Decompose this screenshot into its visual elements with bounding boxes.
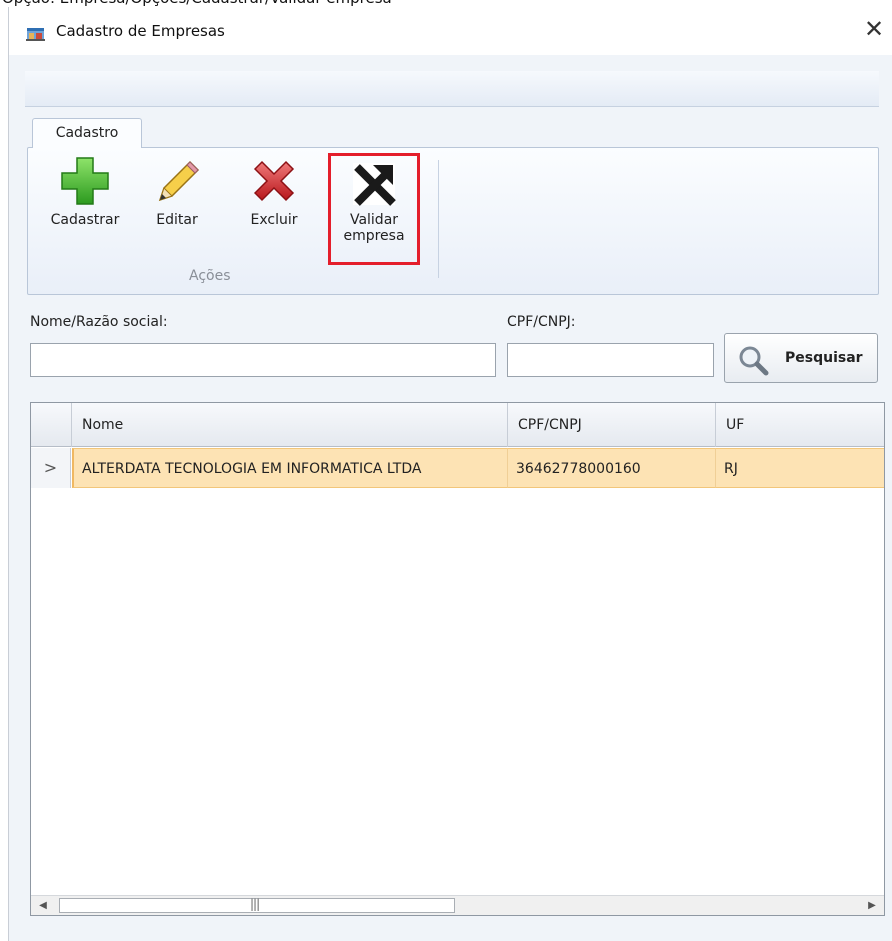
delete-button[interactable]: Excluir [238, 156, 310, 228]
scroll-thumb-grip: ||| [250, 897, 260, 911]
x-icon [253, 160, 295, 202]
grid-header: Nome CPF/CNPJ UF [31, 403, 884, 447]
horizontal-scrollbar[interactable]: ◀ ||| ▶ [31, 895, 884, 915]
scroll-thumb[interactable]: ||| [59, 897, 455, 913]
cell-cpf-cnpj[interactable]: 36462778000160 [507, 448, 715, 488]
arrow-cross-icon [353, 163, 396, 206]
row-indicator-header [31, 403, 71, 447]
name-label: Nome/Razão social: [30, 314, 168, 330]
row-indicator: > [31, 448, 71, 488]
column-header-nome[interactable]: Nome [71, 403, 507, 447]
validate-company-button[interactable]: Validar empresa [328, 153, 420, 265]
table-row[interactable]: > ALTERDATA TECNOLOGIA EM INFORMATICA LT… [31, 448, 884, 488]
edit-button[interactable]: Editar [142, 156, 212, 228]
plus-icon [61, 157, 109, 205]
tab-cadastro[interactable]: Cadastro [32, 118, 142, 148]
ribbon-separator [438, 160, 439, 278]
companies-grid: Nome CPF/CNPJ UF > ALTERDATA TECNOLOGIA … [30, 402, 885, 916]
ribbon-panel: Cadastrar Editar Excluir Validar empresa… [27, 147, 879, 295]
scroll-left-icon[interactable]: ◀ [33, 896, 53, 915]
group-label-acoes: Ações [189, 268, 231, 284]
window-title: Cadastro de Empresas [56, 22, 225, 40]
name-input[interactable] [30, 343, 496, 377]
delete-button-label: Excluir [250, 212, 298, 228]
validate-label-line1: Validar [349, 212, 399, 228]
company-registration-window: Cadastro de Empresas ✕ Cadastro Cadastra… [8, 7, 892, 941]
search-button[interactable]: Pesquisar [724, 333, 878, 383]
scroll-right-icon[interactable]: ▶ [862, 896, 882, 915]
search-button-label: Pesquisar [785, 350, 863, 366]
magnifier-icon [739, 346, 769, 376]
pencil-icon [158, 160, 200, 202]
column-header-cpf-cnpj[interactable]: CPF/CNPJ [507, 403, 715, 447]
close-icon[interactable]: ✕ [861, 15, 887, 45]
add-button[interactable]: Cadastrar [40, 156, 130, 228]
cell-nome[interactable]: ALTERDATA TECNOLOGIA EM INFORMATICA LTDA [72, 448, 507, 488]
cell-uf[interactable]: RJ [715, 448, 884, 488]
validate-label-line2: empresa [343, 228, 405, 244]
app-icon [26, 28, 45, 41]
add-button-label: Cadastrar [50, 212, 120, 228]
cpf-cnpj-label: CPF/CNPJ: [507, 314, 576, 330]
edit-button-label: Editar [156, 212, 198, 228]
column-header-uf[interactable]: UF [715, 403, 884, 447]
cpf-cnpj-input[interactable] [507, 343, 714, 377]
toolbar-strip [25, 71, 879, 107]
background-text-clip: Opção: Empresa/Opções/Cadastrar/Validar … [0, 0, 892, 6]
title-bar[interactable]: Cadastro de Empresas ✕ [9, 7, 892, 55]
